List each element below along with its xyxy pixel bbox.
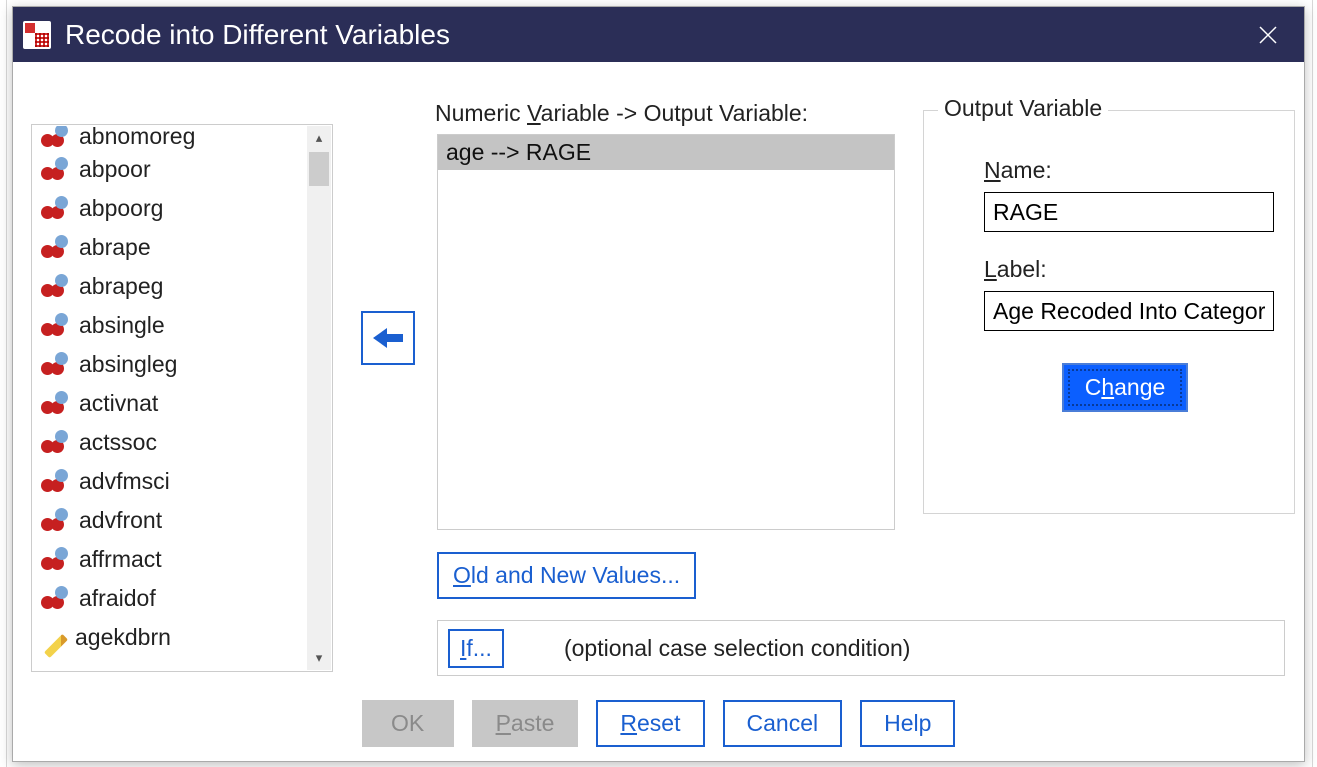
- old-new-values-button[interactable]: Old and New Values...: [437, 552, 696, 599]
- dialog-content: abnomoreg abpoor abpoorg abrape abrapeg …: [13, 62, 1304, 761]
- nominal-icon: [41, 235, 71, 261]
- nominal-icon: [41, 547, 71, 573]
- variable-name: abnomoreg: [79, 126, 195, 150]
- close-icon: [1258, 25, 1278, 45]
- variable-name: advfront: [79, 507, 162, 534]
- variable-name: abpoorg: [79, 195, 163, 222]
- scrollbar[interactable]: ▴ ▾: [307, 126, 331, 670]
- output-variable-legend: Output Variable: [938, 95, 1108, 122]
- list-item[interactable]: advfront: [33, 501, 306, 540]
- variable-name: agekdbrn: [75, 624, 171, 651]
- variable-name: actssoc: [79, 429, 157, 456]
- move-variable-button[interactable]: [361, 311, 415, 365]
- reset-button[interactable]: Reset: [596, 700, 704, 747]
- nominal-icon: [41, 313, 71, 339]
- dialog-title: Recode into Different Variables: [65, 19, 1248, 51]
- list-item[interactable]: abrape: [33, 228, 306, 267]
- list-item[interactable]: abnomoreg: [33, 126, 306, 150]
- change-button[interactable]: Change: [1064, 365, 1187, 410]
- nominal-icon: [41, 430, 71, 456]
- list-item[interactable]: abrapeg: [33, 267, 306, 306]
- pair-list-label: Numeric Variable -> Output Variable:: [435, 100, 808, 127]
- list-item[interactable]: activnat: [33, 384, 306, 423]
- nominal-icon: [41, 352, 71, 378]
- variable-name: abrapeg: [79, 273, 163, 300]
- list-item[interactable]: affrmact: [33, 540, 306, 579]
- variable-name: absingle: [79, 312, 165, 339]
- list-item[interactable]: absingleg: [33, 345, 306, 384]
- list-item[interactable]: absingle: [33, 306, 306, 345]
- source-variable-list[interactable]: abnomoreg abpoor abpoorg abrape abrapeg …: [31, 124, 333, 672]
- pair-row-selected[interactable]: age --> RAGE: [438, 135, 894, 170]
- nominal-icon: [41, 391, 71, 417]
- output-name-input[interactable]: [984, 192, 1274, 232]
- output-variable-group: Output Variable Name: Label: Change: [923, 110, 1295, 514]
- list-item[interactable]: agekdbrn: [33, 618, 306, 657]
- variable-name: abpoor: [79, 156, 151, 183]
- list-item[interactable]: actssoc: [33, 423, 306, 462]
- if-button[interactable]: If...: [448, 629, 504, 668]
- nominal-icon: [41, 469, 71, 495]
- output-label-input[interactable]: [984, 291, 1274, 331]
- nominal-icon: [41, 274, 71, 300]
- variable-name: afraidof: [79, 585, 156, 612]
- arrow-left-icon: [373, 326, 403, 350]
- variable-name: abrape: [79, 234, 151, 261]
- if-condition-text: (optional case selection condition): [564, 635, 910, 662]
- titlebar: Recode into Different Variables: [13, 7, 1304, 62]
- nominal-icon: [41, 508, 71, 534]
- app-icon: [23, 21, 51, 49]
- variable-name: activnat: [79, 390, 158, 417]
- list-item[interactable]: afraidof: [33, 579, 306, 618]
- variable-name: advfmsci: [79, 468, 170, 495]
- list-item[interactable]: abpoorg: [33, 189, 306, 228]
- variable-name: absingleg: [79, 351, 177, 378]
- list-item[interactable]: abpoor: [33, 150, 306, 189]
- list-item[interactable]: advfmsci: [33, 462, 306, 501]
- dialog-button-row: OK Paste Reset Cancel Help: [13, 700, 1304, 747]
- nominal-icon: [41, 126, 71, 150]
- output-name-label: Name:: [984, 157, 1266, 184]
- close-button[interactable]: [1248, 15, 1288, 55]
- nominal-icon: [41, 157, 71, 183]
- scroll-thumb[interactable]: [309, 152, 329, 186]
- pair-listbox[interactable]: age --> RAGE: [437, 134, 895, 530]
- paste-button[interactable]: Paste: [472, 700, 579, 747]
- help-button[interactable]: Help: [860, 700, 955, 747]
- recode-dialog: Recode into Different Variables abnomore…: [12, 6, 1305, 762]
- nominal-icon: [41, 196, 71, 222]
- variable-name: affrmact: [79, 546, 162, 573]
- output-label-label: Label:: [984, 256, 1266, 283]
- cancel-button[interactable]: Cancel: [723, 700, 843, 747]
- nominal-icon: [41, 586, 71, 612]
- scale-icon: [44, 633, 68, 657]
- if-condition-row: If... (optional case selection condition…: [437, 620, 1285, 676]
- scroll-up-arrow[interactable]: ▴: [307, 126, 331, 150]
- variable-list-viewport: abnomoreg abpoor abpoorg abrape abrapeg …: [33, 126, 306, 670]
- scroll-down-arrow[interactable]: ▾: [307, 646, 331, 670]
- ok-button[interactable]: OK: [362, 700, 454, 747]
